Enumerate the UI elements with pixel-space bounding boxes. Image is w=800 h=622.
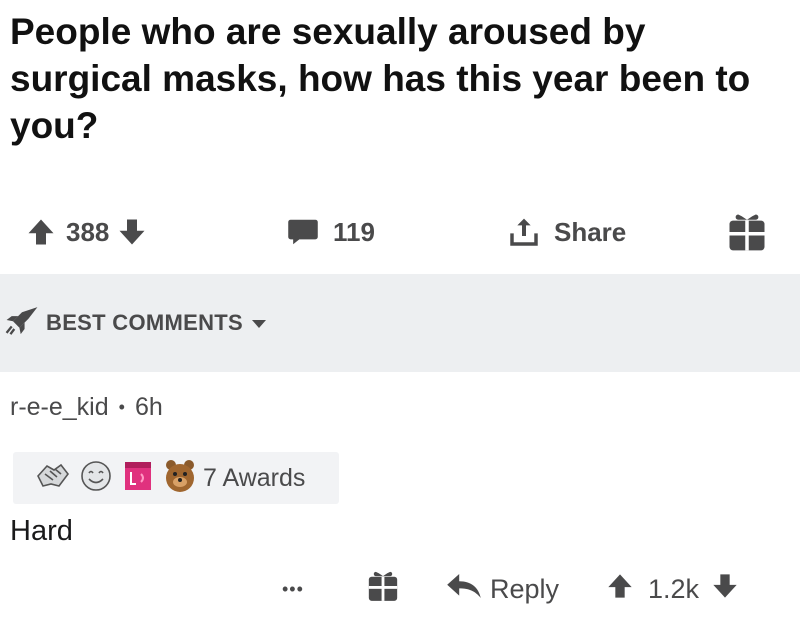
share-icon <box>508 216 540 248</box>
meta-separator: • <box>118 397 125 417</box>
comments-sort-bar: BEST COMMENTS <box>0 274 800 372</box>
comment-author[interactable]: r-e-e_kid <box>10 393 109 422</box>
comments-button[interactable]: 119 <box>287 200 375 264</box>
comment-vote-group: 1.2k <box>606 560 739 618</box>
downvote-arrow-icon[interactable] <box>711 572 739 607</box>
more-dots-icon[interactable]: ••• <box>282 560 304 618</box>
pink-award-icon <box>121 458 155 499</box>
awards-badge[interactable]: 7 Awards <box>13 452 339 504</box>
comment-count: 119 <box>333 216 375 247</box>
share-label: Share <box>554 216 627 247</box>
comment-age: 6h <box>134 393 163 421</box>
comment-award-button[interactable] <box>366 560 400 618</box>
post-action-bar: 388 119 Share <box>0 200 800 264</box>
comment-score: 1.2k <box>648 573 700 604</box>
post-title: People who are sexually aroused by surgi… <box>10 11 751 146</box>
award-post-button[interactable] <box>726 200 768 264</box>
gift-icon <box>366 569 400 610</box>
handshake-award-icon <box>35 460 71 497</box>
upvote-arrow-icon[interactable] <box>26 217 56 247</box>
gift-icon <box>726 211 768 253</box>
reply-button[interactable]: Reply <box>446 560 559 618</box>
post-vote-group: 388 <box>26 200 147 264</box>
awards-count: 7 Awards <box>203 463 306 492</box>
comment-body: Hard <box>10 515 73 547</box>
comment-meta: r-e-e_kid • 6h <box>10 393 163 422</box>
post-score: 388 <box>66 216 110 247</box>
comment-actions: ••• Reply 1.2k <box>0 560 800 618</box>
reply-arrow-icon <box>446 572 482 607</box>
sort-label: BEST COMMENTS <box>46 310 244 335</box>
comment-bubble-icon <box>287 217 319 247</box>
reply-label: Reply <box>490 573 560 604</box>
upvote-arrow-icon[interactable] <box>606 572 634 607</box>
caret-down-icon <box>251 310 267 336</box>
bear-award-icon <box>163 458 197 499</box>
share-button[interactable]: Share <box>508 200 626 264</box>
rocket-icon <box>4 304 40 342</box>
wholesome-award-icon <box>79 459 113 498</box>
downvote-arrow-icon[interactable] <box>117 217 147 247</box>
sort-dropdown[interactable]: BEST COMMENTS <box>4 274 267 372</box>
